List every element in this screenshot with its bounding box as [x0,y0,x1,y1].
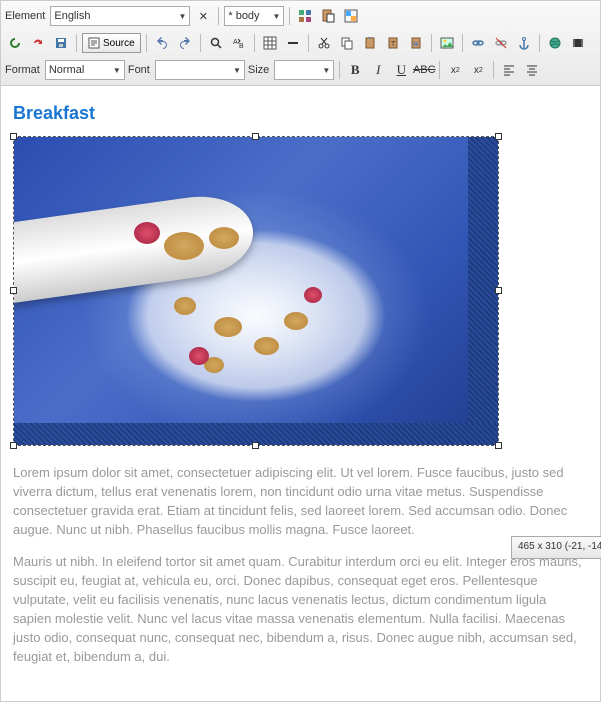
size-label: Size [248,64,271,76]
separator [339,61,340,79]
paste-word-icon[interactable]: W [406,33,426,53]
separator [76,34,77,52]
element-label: Element [5,10,47,22]
hr-icon[interactable] [283,33,303,53]
save-icon[interactable] [51,33,71,53]
font-select[interactable]: ▼ [155,60,245,80]
berry [189,347,209,365]
find-icon[interactable] [206,33,226,53]
resize-handle-bl[interactable] [10,442,17,449]
separator [218,7,219,25]
cereal [209,227,239,249]
selected-image[interactable] [13,136,499,446]
separator [493,61,494,79]
table-icon[interactable] [260,33,280,53]
separator [431,34,432,52]
grid-icon[interactable] [295,6,315,26]
body-select[interactable]: * body▼ [224,6,284,26]
language-select[interactable]: English▼ [50,6,190,26]
source-button[interactable]: Source [82,33,141,53]
unlink-icon[interactable] [491,33,511,53]
italic-icon[interactable]: I [368,60,388,80]
link-icon[interactable] [468,33,488,53]
separator [289,7,290,25]
align-left-icon[interactable] [499,60,519,80]
colors-icon[interactable] [341,6,361,26]
resize-handle-mr[interactable] [495,287,502,294]
resize-handle-tc[interactable] [252,133,259,140]
svg-text:T: T [391,41,396,48]
clear-language-button[interactable]: ✕ [193,6,213,26]
undo-icon[interactable] [152,33,172,53]
globe-icon[interactable] [545,33,565,53]
subscript-icon[interactable]: x2 [445,60,465,80]
anchor-icon[interactable] [514,33,534,53]
separator [254,34,255,52]
separator [200,34,201,52]
separator [146,34,147,52]
font-label: Font [128,64,152,76]
cereal [284,312,308,330]
paragraph-1: Lorem ipsum dolor sit amet, consectetuer… [13,464,588,539]
separator [439,61,440,79]
movie-icon[interactable] [568,33,588,53]
cereal [214,317,242,337]
superscript-icon[interactable]: x2 [468,60,488,80]
editor-frame: Element English▼ ✕ * body▼ Source AB T W… [0,0,601,702]
replace-icon[interactable]: AB [229,33,249,53]
svg-text:A: A [233,39,238,46]
paste-icon[interactable] [360,33,380,53]
image-placeholder [14,137,498,445]
resize-handle-ml[interactable] [10,287,17,294]
size-select[interactable]: ▼ [274,60,334,80]
separator [462,34,463,52]
berry [134,222,160,244]
paste-special-icon[interactable] [318,6,338,26]
paste-text-icon[interactable]: T [383,33,403,53]
bold-icon[interactable]: B [345,60,365,80]
paragraph-2: Mauris ut nibh. In eleifend tortor sit a… [13,553,588,666]
separator [539,34,540,52]
resize-tooltip: 465 x 310 (-21, -14) [511,536,601,559]
cut-icon[interactable] [314,33,334,53]
svg-text:W: W [413,42,419,48]
copy-icon[interactable] [337,33,357,53]
strike-icon[interactable]: ABC [414,60,434,80]
content-area[interactable]: Breakfast 465 x 310 (-21, -14) Lorem ips… [1,86,600,701]
refresh-alt-icon[interactable] [28,33,48,53]
svg-text:B: B [239,43,244,50]
resize-handle-tr[interactable] [495,133,502,140]
resize-handle-bc[interactable] [252,442,259,449]
format-label: Format [5,64,42,76]
refresh-icon[interactable] [5,33,25,53]
separator [308,34,309,52]
cereal [254,337,279,355]
redo-icon[interactable] [175,33,195,53]
cereal [164,232,204,260]
page-heading: Breakfast [13,100,588,126]
resize-hatch-right [468,137,498,445]
format-select[interactable]: Normal▼ [45,60,125,80]
underline-icon[interactable]: U [391,60,411,80]
cereal [174,297,196,315]
resize-handle-tl[interactable] [10,133,17,140]
berry [304,287,322,303]
align-center-icon[interactable] [522,60,542,80]
toolbar: Element English▼ ✕ * body▼ Source AB T W… [1,1,600,86]
resize-handle-br[interactable] [495,442,502,449]
image-icon[interactable] [437,33,457,53]
